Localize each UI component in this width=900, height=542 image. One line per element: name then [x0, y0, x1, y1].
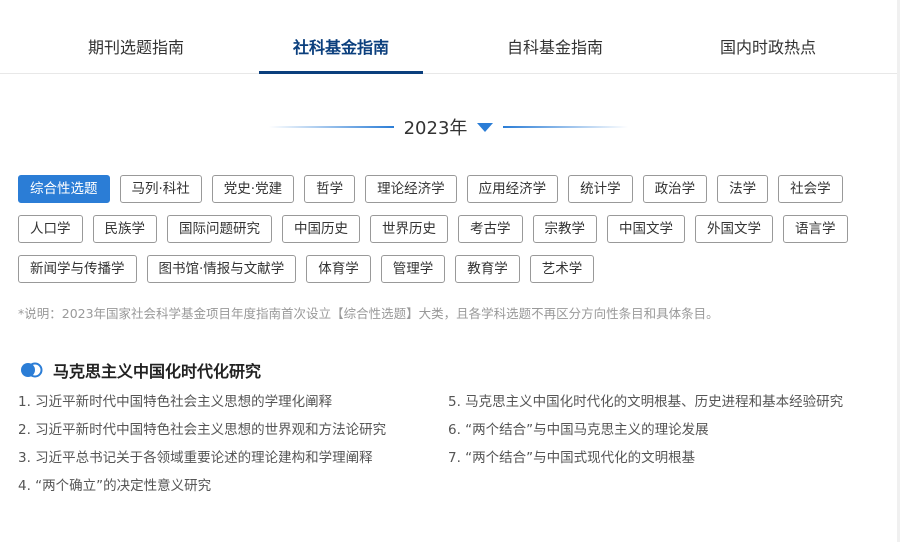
tab-journal-topics[interactable]: 期刊选题指南: [88, 34, 184, 58]
subject-tag[interactable]: 体育学: [306, 255, 371, 283]
topic-item[interactable]: 4. “两个确立”的决定性意义研究: [18, 477, 386, 505]
divider: [268, 126, 394, 128]
subject-tag[interactable]: 人口学: [18, 215, 83, 243]
subject-tag[interactable]: 管理学: [380, 255, 446, 283]
subject-tag[interactable]: 马列·科社: [119, 175, 202, 203]
subject-tag[interactable]: 世界历史: [370, 215, 448, 243]
subject-tag[interactable]: 哲学: [304, 175, 356, 203]
topic-item[interactable]: 5. 马克思主义中国化时代化的文明根基、历史进程和基本经验研究: [448, 393, 843, 421]
note-text: *说明：2023年国家社会科学基金项目年度指南首次设立【综合性选题】大类，且各学…: [18, 306, 719, 321]
tab-social-science-fund[interactable]: 社科基金指南: [293, 34, 389, 58]
subject-tag[interactable]: 理论经济学: [365, 175, 457, 203]
subject-tags: 综合性选题 马列·科社 党史·党建 哲学 理论经济学 应用经济学 统计学 政治学 法学 社会学人口…: [18, 175, 858, 283]
subject-tag[interactable]: 考古学: [458, 215, 523, 243]
subject-tag[interactable]: 新闻学与传播学: [18, 255, 137, 283]
tab-natural-science-fund[interactable]: 自科基金指南: [507, 34, 603, 58]
topic-item[interactable]: 3. 习近平总书记关于各领域重要论述的理论建构和学理阐释: [18, 449, 386, 477]
subject-tag[interactable]: 中国文学: [607, 215, 685, 243]
subject-tag[interactable]: 民族学: [92, 215, 157, 243]
subject-tag[interactable]: 综合性选题: [18, 175, 110, 203]
caret-down-icon[interactable]: [477, 122, 494, 132]
tab-domestic-hotspots[interactable]: 国内时政热点: [720, 34, 816, 58]
topic-item[interactable]: 1. 习近平新时代中国特色社会主义思想的学理化阐释: [18, 393, 386, 421]
subject-tag[interactable]: 图书馆·情报与文献学: [146, 255, 297, 283]
section-header: 马克思主义中国化时代化研究: [20, 358, 261, 382]
active-tab-indicator: [259, 71, 423, 74]
subject-tag[interactable]: 教育学: [455, 255, 520, 283]
topic-list-left: 1. 习近平新时代中国特色社会主义思想的学理化阐释 2. 习近平新时代中国特色社会…: [18, 393, 386, 505]
topic-item[interactable]: 6. “两个结合”与中国马克思主义的理论发展: [448, 421, 843, 449]
subject-tag[interactable]: 应用经济学: [466, 175, 559, 203]
topic-item[interactable]: 2. 习近平新时代中国特色社会主义思想的世界观和方法论研究: [18, 421, 386, 449]
section-title: 马克思主义中国化时代化研究: [53, 362, 262, 381]
divider: [503, 126, 629, 128]
subject-tag[interactable]: 中国历史: [282, 215, 360, 243]
subject-tag[interactable]: 艺术学: [529, 255, 595, 283]
subject-tag[interactable]: 法学: [717, 175, 769, 203]
subject-tag[interactable]: 语言学: [783, 215, 848, 243]
section-bullet-icon: [21, 362, 43, 378]
subject-tag[interactable]: 政治学: [642, 175, 708, 203]
subject-tag[interactable]: 社会学: [778, 175, 843, 203]
topic-item[interactable]: 7. “两个结合”与中国式现代化的文明根基: [448, 449, 843, 477]
year-selector[interactable]: 2023年: [0, 114, 897, 140]
subject-tag[interactable]: 宗教学: [532, 215, 597, 243]
subject-tag[interactable]: 统计学: [568, 175, 633, 203]
subject-tag[interactable]: 国际问题研究: [167, 215, 272, 243]
tab-bar: 期刊选题指南 社科基金指南 自科基金指南 国内时政热点: [0, 0, 897, 74]
subject-tag[interactable]: 外国文学: [695, 215, 773, 243]
topic-list-right: 5. 马克思主义中国化时代化的文明根基、历史进程和基本经验研究 6. “两个结合”…: [448, 393, 843, 477]
subject-tag[interactable]: 党史·党建: [211, 175, 295, 203]
year-label[interactable]: 2023年: [404, 114, 468, 140]
